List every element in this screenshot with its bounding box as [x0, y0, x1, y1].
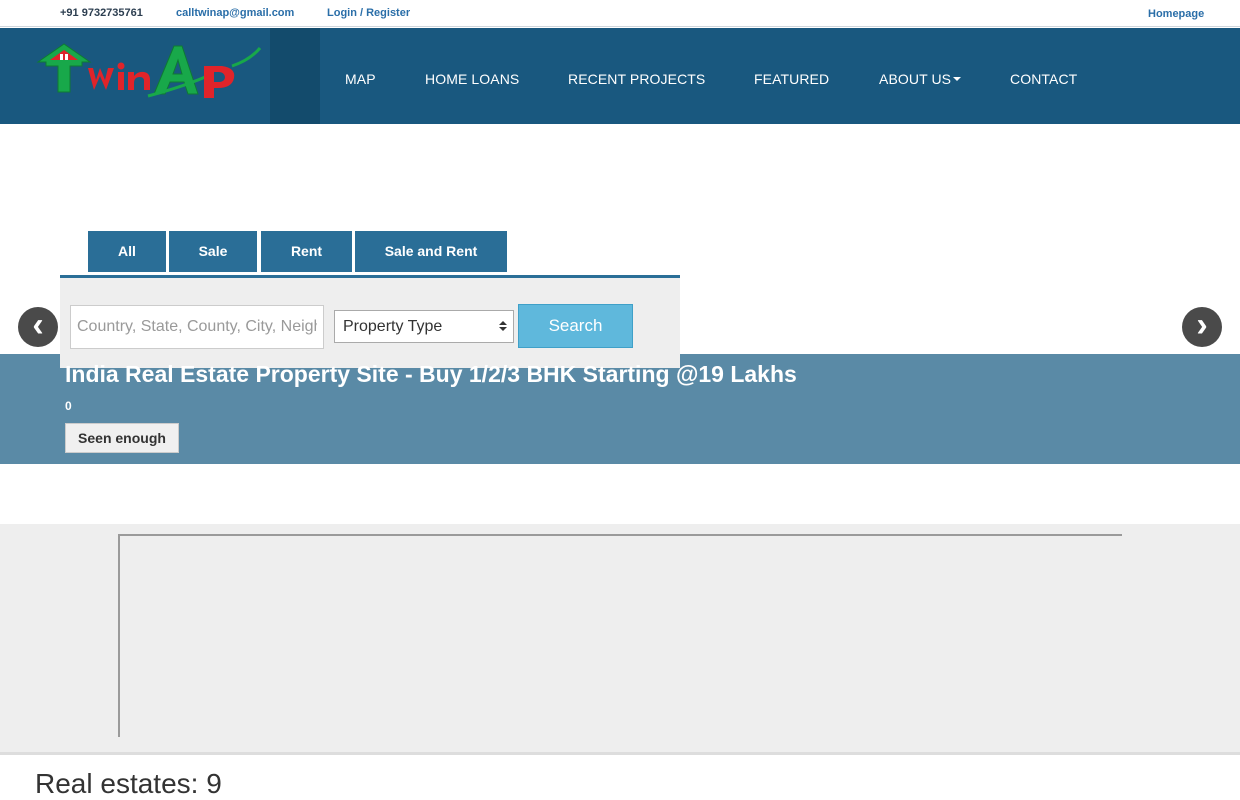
property-type-selected: Property Type [343, 318, 443, 335]
search-button[interactable]: Search [518, 304, 633, 348]
tab-rent[interactable]: Rent [261, 231, 352, 272]
slider-count: 0 [65, 399, 72, 413]
slider-title[interactable]: India Real Estate Property Site - Buy 1/… [65, 361, 797, 388]
nav-contact[interactable]: CONTACT [1010, 71, 1077, 87]
map-frame[interactable] [118, 534, 1122, 737]
property-type-select[interactable]: Property Type [334, 310, 514, 343]
login-register-link[interactable]: Login / Register [327, 7, 410, 19]
email-link[interactable]: calltwinap@gmail.com [176, 7, 294, 19]
header-accent-block [270, 28, 320, 124]
chevron-left-icon: ‹ [32, 306, 44, 344]
section-divider [0, 752, 1240, 755]
seen-enough-button[interactable]: Seen enough [65, 423, 179, 453]
nav-about-us[interactable]: ABOUT US [879, 71, 962, 87]
location-search-input[interactable] [70, 305, 324, 349]
top-bar: +91 9732735761 calltwinap@gmail.com Logi… [0, 0, 1240, 27]
select-arrows-icon [499, 321, 507, 331]
slider-prev-button[interactable]: ‹ [18, 307, 58, 347]
tab-all[interactable]: All [88, 231, 166, 272]
site-logo[interactable] [36, 40, 262, 98]
nav-about-us-label: ABOUT US [879, 71, 952, 87]
homepage-link[interactable]: Homepage [1148, 8, 1204, 20]
phone-number: +91 9732735761 [60, 7, 143, 19]
nav-featured[interactable]: FEATURED [754, 71, 829, 87]
nav-map[interactable]: MAP [345, 71, 376, 87]
chevron-right-icon: › [1196, 306, 1208, 344]
main-header: MAP HOME LOANS RECENT PROJECTS FEATURED … [0, 28, 1240, 124]
caret-down-icon [953, 77, 962, 82]
logo-image [36, 43, 262, 98]
tab-sale-and-rent[interactable]: Sale and Rent [355, 231, 507, 272]
slider-next-button[interactable]: › [1182, 307, 1222, 347]
tab-sale[interactable]: Sale [169, 231, 257, 272]
nav-home-loans[interactable]: HOME LOANS [425, 71, 519, 87]
real-estates-count: Real estates: 9 [35, 768, 222, 799]
nav-recent-projects[interactable]: RECENT PROJECTS [568, 71, 705, 87]
